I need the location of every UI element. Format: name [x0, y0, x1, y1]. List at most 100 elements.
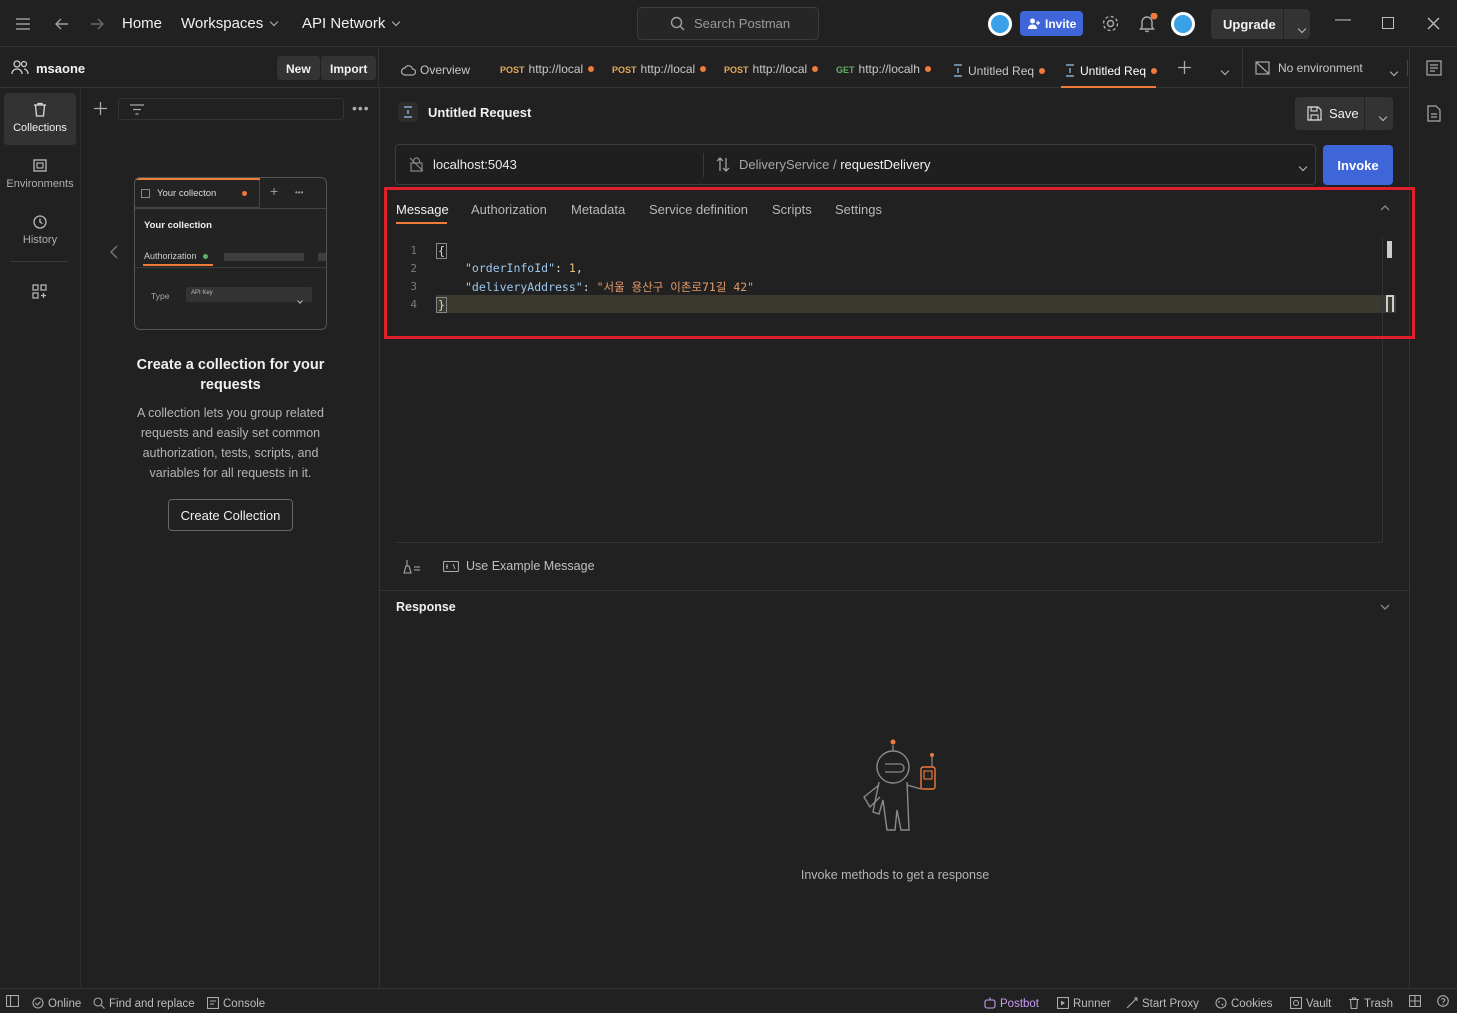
chevron-left-icon[interactable]: [109, 245, 118, 259]
import-button[interactable]: Import: [321, 56, 377, 80]
save-button[interactable]: Save: [1295, 97, 1393, 130]
collection-preview-card: Your collecton + ••• Your collection Aut…: [134, 177, 327, 330]
tab-method-badge: POST: [500, 65, 525, 75]
preview-auth-label: Authorization: [144, 251, 197, 261]
tab-grpc-request[interactable]: Untitled Req: [953, 48, 1046, 88]
workspace-name[interactable]: msaone: [36, 61, 85, 76]
start-proxy-button[interactable]: Start Proxy: [1126, 995, 1199, 1010]
help-icon[interactable]: [1437, 995, 1449, 1007]
runner-button[interactable]: Runner: [1056, 995, 1111, 1010]
beautify-broom-icon[interactable]: [403, 559, 421, 574]
chevron-down-icon[interactable]: [1380, 604, 1390, 610]
nav-home[interactable]: Home: [122, 15, 162, 32]
sidebar-item-environments[interactable]: Environments: [4, 149, 76, 201]
search-bar[interactable]: Search Postman: [637, 7, 819, 40]
toggle-sidebar-icon[interactable]: [6, 995, 19, 1007]
upgrade-divider: [1283, 9, 1284, 39]
chevron-down-icon: [270, 17, 279, 27]
add-icon: +: [270, 183, 279, 199]
more-options-icon[interactable]: •••: [352, 100, 370, 116]
chevron-down-icon[interactable]: [1220, 66, 1230, 76]
online-status[interactable]: Online: [32, 995, 81, 1010]
tab-request[interactable]: POST http://local: [612, 48, 707, 88]
chevron-down-icon: [1389, 67, 1399, 77]
close-icon[interactable]: [1427, 17, 1440, 30]
sidebar-item-collections[interactable]: Collections: [4, 93, 76, 145]
sidebar-item-history[interactable]: History: [4, 205, 76, 257]
no-tls-lock-icon[interactable]: [409, 157, 424, 172]
divider: [1407, 60, 1408, 76]
unsaved-dot: [700, 66, 707, 72]
grpc-icon: [954, 64, 962, 77]
back-arrow-icon[interactable]: [51, 13, 73, 35]
console-label: Console: [223, 998, 266, 1010]
preview-tab: Your collecton: [135, 178, 260, 208]
tab-request[interactable]: POST http://local: [500, 48, 595, 88]
environment-selector[interactable]: No environment: [1255, 60, 1399, 78]
forward-arrow-icon[interactable]: [86, 13, 108, 35]
chevron-down-icon[interactable]: [1378, 112, 1388, 122]
chevron-down-icon: [297, 298, 303, 304]
nav-api-network[interactable]: API Network: [302, 15, 401, 32]
console-button[interactable]: Console: [206, 995, 266, 1010]
trash-button[interactable]: Trash: [1348, 995, 1393, 1010]
new-button[interactable]: New: [277, 56, 320, 80]
collections-filter-input[interactable]: [118, 98, 344, 120]
cookies-button[interactable]: Cookies: [1215, 995, 1273, 1010]
runner-label: Runner: [1073, 998, 1111, 1010]
console-icon: [206, 996, 220, 1010]
invoke-button[interactable]: Invoke: [1323, 145, 1393, 185]
environments-icon: [33, 159, 47, 172]
preview-type-label: Type: [151, 291, 170, 301]
find-replace-label: Find and replace: [109, 998, 195, 1010]
layout-grid-icon[interactable]: [1409, 995, 1421, 1007]
new-tab-add-icon[interactable]: [1178, 61, 1191, 74]
unsaved-dot: [1039, 68, 1046, 74]
tab-label: http://local: [752, 62, 808, 76]
notifications-bell-icon[interactable]: [1138, 12, 1158, 33]
tab-grpc-request-active[interactable]: Untitled Req: [1061, 48, 1158, 88]
maximize-icon[interactable]: [1382, 17, 1394, 29]
chevron-down-icon[interactable]: [1298, 162, 1308, 172]
postbot-button[interactable]: Postbot: [984, 995, 1039, 1010]
method-separator: /: [832, 157, 837, 172]
unsaved-dot: [924, 66, 931, 72]
settings-gear-icon[interactable]: [1101, 14, 1120, 33]
empty-state-title: Create a collection for your requests: [136, 357, 325, 393]
search-placeholder: Search Postman: [694, 16, 791, 31]
menu-icon[interactable]: [12, 13, 34, 35]
tab-overview[interactable]: Overview: [400, 48, 471, 88]
server-url-input[interactable]: localhost:5043: [433, 157, 517, 172]
request-title[interactable]: Untitled Request: [428, 105, 531, 120]
environment-quick-look-icon[interactable]: [1426, 60, 1442, 76]
invite-button[interactable]: Invite: [1020, 11, 1083, 36]
tab-label: Overview: [420, 63, 471, 77]
nav-workspaces-label: Workspaces: [181, 15, 264, 32]
workspace-header: msaone New Import: [0, 48, 379, 88]
placeholder-bar: [318, 253, 326, 261]
nav-workspaces[interactable]: Workspaces: [181, 15, 279, 32]
add-icon[interactable]: [94, 102, 107, 115]
more-options-icon: •••: [295, 188, 304, 197]
team-avatar-icon[interactable]: [988, 12, 1012, 36]
create-collection-button[interactable]: Create Collection: [168, 499, 293, 531]
tab-request[interactable]: GET http://localh: [836, 48, 931, 88]
vault-button[interactable]: Vault: [1289, 995, 1331, 1010]
minimize-icon[interactable]: —: [1335, 11, 1351, 29]
postbot-icon: [984, 997, 996, 1009]
collections-pane: ••• Your collecton + ••• Your collection…: [81, 88, 380, 988]
astronaut-illustration-icon: [863, 739, 936, 831]
configure-sidebar-grid-icon[interactable]: [32, 284, 47, 299]
response-empty-text: Invoke methods to get a response: [800, 868, 990, 882]
find-replace-button[interactable]: Find and replace: [93, 995, 195, 1010]
preview-type-value: API Key: [191, 290, 213, 296]
tab-method-badge: POST: [612, 65, 637, 75]
upgrade-button[interactable]: Upgrade: [1211, 9, 1310, 39]
chevron-down-icon[interactable]: [1297, 24, 1307, 34]
no-environment-icon: [1255, 61, 1270, 75]
tab-request[interactable]: POST http://local: [724, 48, 819, 88]
service-name: DeliveryService: [739, 157, 830, 172]
documentation-icon[interactable]: [1427, 105, 1441, 122]
method-selector[interactable]: DeliveryService / requestDelivery: [739, 157, 931, 172]
user-avatar-icon[interactable]: [1171, 12, 1195, 36]
